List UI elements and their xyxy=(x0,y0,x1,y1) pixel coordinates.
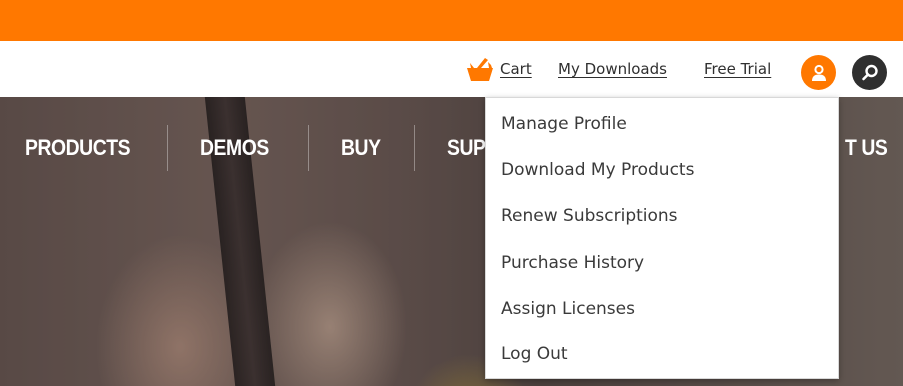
menu-item-assign-licenses[interactable]: Assign Licenses xyxy=(501,299,635,319)
search-button[interactable] xyxy=(852,55,887,90)
menu-item-manage-profile[interactable]: Manage Profile xyxy=(501,114,627,134)
top-orange-banner xyxy=(0,0,903,41)
menu-item-log-out[interactable]: Log Out xyxy=(501,344,568,364)
shopping-basket-icon[interactable] xyxy=(465,56,495,82)
nav-separator xyxy=(167,125,168,171)
nav-support[interactable]: SUP xyxy=(447,135,486,161)
cart-link[interactable]: Cart xyxy=(500,60,532,78)
magnifier-icon xyxy=(861,64,878,80)
nav-demos[interactable]: DEMOS xyxy=(200,135,269,161)
my-downloads-link[interactable]: My Downloads xyxy=(558,60,667,78)
nav-separator xyxy=(414,125,415,171)
profile-button[interactable] xyxy=(801,55,836,90)
nav-separator xyxy=(308,125,309,171)
menu-item-purchase-history[interactable]: Purchase History xyxy=(501,253,644,273)
utility-bar: Cart My Downloads Free Trial xyxy=(0,41,903,97)
menu-item-renew-subscriptions[interactable]: Renew Subscriptions xyxy=(501,206,678,226)
profile-dropdown-menu: Manage Profile Download My Products Rene… xyxy=(485,97,839,379)
menu-item-download-my-products[interactable]: Download My Products xyxy=(501,160,694,180)
user-icon xyxy=(811,64,826,81)
nav-products[interactable]: PRODUCTS xyxy=(25,135,131,161)
nav-buy[interactable]: BUY xyxy=(341,135,381,161)
free-trial-link[interactable]: Free Trial xyxy=(704,60,771,78)
nav-contact-us[interactable]: T US xyxy=(845,135,888,161)
